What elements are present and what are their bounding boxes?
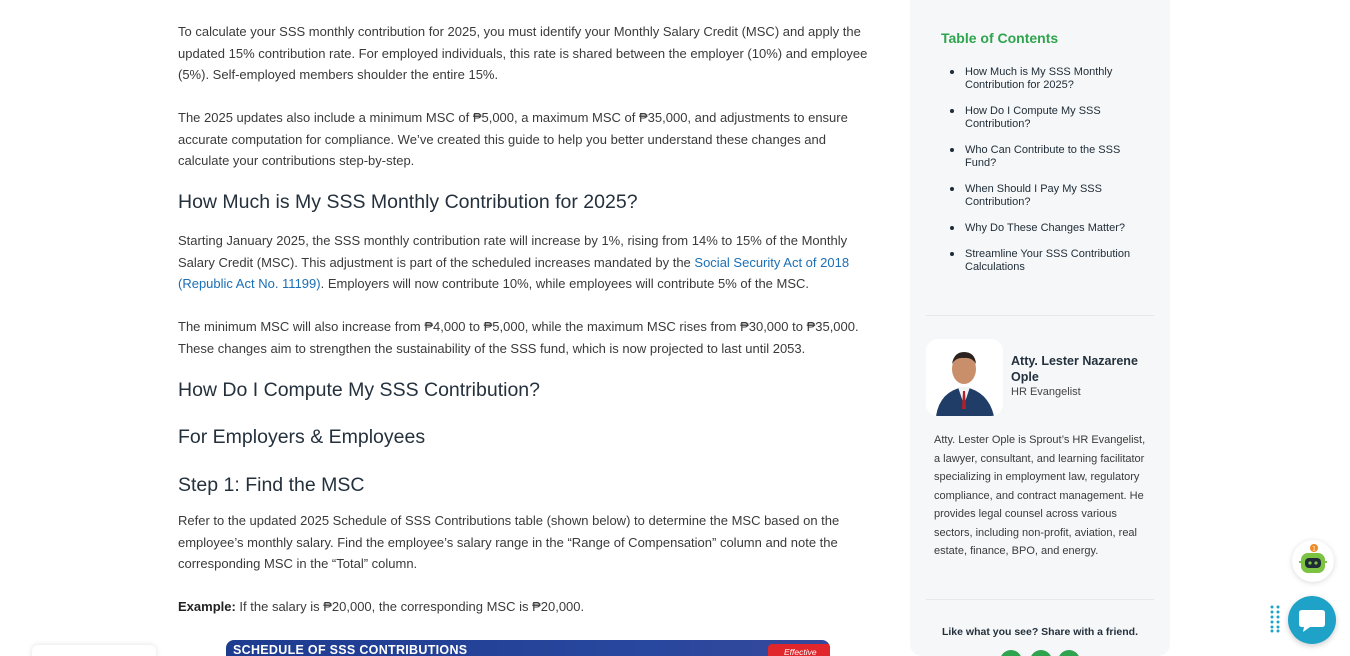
share-linkedin-icon[interactable] bbox=[1058, 650, 1080, 656]
live-chat-button[interactable] bbox=[1288, 596, 1336, 644]
msc-paragraph: The minimum MSC will also increase from … bbox=[178, 319, 859, 356]
author-photo bbox=[926, 339, 1003, 416]
share-buttons bbox=[1000, 650, 1090, 656]
toc-item-who-can-contribute[interactable]: Who Can Contribute to the SSS Fund? bbox=[950, 144, 1145, 170]
toc-title: Table of Contents bbox=[941, 30, 1059, 46]
svg-text:1: 1 bbox=[1312, 546, 1316, 553]
toc-item-compute[interactable]: How Do I Compute My SSS Contribution? bbox=[950, 105, 1145, 131]
rate-paragraph: Starting January 2025, the SSS monthly c… bbox=[178, 230, 878, 295]
example-text: If the salary is ₱20,000, the correspond… bbox=[235, 599, 585, 614]
sss-schedule-banner: SCHEDULE OF SSS CONTRIBUTIONS Effective bbox=[226, 640, 830, 656]
author-bio: Atty. Lester Ople is Sprout’s HR Evangel… bbox=[934, 434, 1146, 557]
toc-item-why-changes-matter[interactable]: Why Do These Changes Matter? bbox=[950, 222, 1145, 235]
banner-title: SCHEDULE OF SSS CONTRIBUTIONS bbox=[233, 643, 468, 656]
banner-effective-tag: Effective bbox=[768, 644, 830, 656]
assistant-bot-button[interactable]: 1 bbox=[1292, 540, 1334, 582]
share-twitter-icon[interactable] bbox=[1030, 650, 1052, 656]
updates-paragraph: The 2025 updates also include a minimum … bbox=[178, 110, 848, 168]
divider bbox=[926, 599, 1154, 600]
bottom-left-card bbox=[32, 645, 156, 656]
heading-compute: How Do I Compute My SSS Contribution? bbox=[178, 379, 540, 401]
toc-list: How Much is My SSS Monthly Contribution … bbox=[950, 66, 1145, 274]
heading-how-much: How Much is My SSS Monthly Contribution … bbox=[178, 191, 638, 213]
author-name: Atty. Lester Nazarene Ople bbox=[1011, 354, 1138, 384]
toc-item-when-to-pay[interactable]: When Should I Pay My SSS Contribution? bbox=[950, 183, 1145, 209]
chat-bubble-icon bbox=[1299, 610, 1325, 632]
divider bbox=[926, 315, 1154, 316]
example-label: Example: bbox=[178, 599, 236, 614]
drag-handle-icon[interactable] bbox=[1270, 605, 1280, 633]
sidebar: Table of Contents How Much is My SSS Mon… bbox=[910, 0, 1170, 656]
share-prompt: Like what you see? Share with a friend. bbox=[941, 626, 1139, 638]
toc-item-how-much[interactable]: How Much is My SSS Monthly Contribution … bbox=[950, 66, 1145, 92]
author-role: HR Evangelist bbox=[1011, 386, 1081, 398]
step1-paragraph: Refer to the updated 2025 Schedule of SS… bbox=[178, 513, 840, 571]
heading-step-1: Step 1: Find the MSC bbox=[178, 474, 365, 496]
author-avatar bbox=[926, 339, 1003, 416]
share-facebook-icon[interactable] bbox=[1000, 650, 1022, 656]
toc-item-streamline[interactable]: Streamline Your SSS Contribution Calcula… bbox=[950, 248, 1145, 274]
heading-employers-employees: For Employers & Employees bbox=[178, 426, 426, 448]
rate-text-end: . Employers will now contribute 10%, whi… bbox=[320, 276, 810, 291]
intro-paragraph: To calculate your SSS monthly contributi… bbox=[178, 24, 868, 82]
example-paragraph: Example: If the salary is ₱20,000, the c… bbox=[178, 596, 878, 618]
robot-icon: 1 bbox=[1299, 544, 1327, 573]
